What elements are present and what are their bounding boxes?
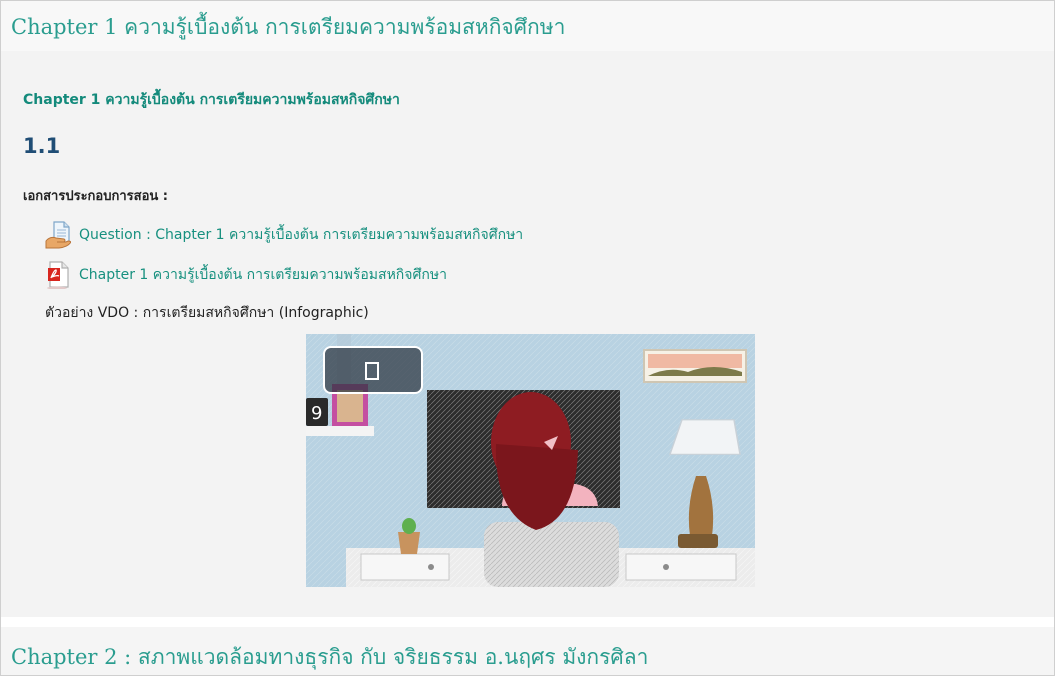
teaching-documents-label: เอกสารประกอบการสอน : xyxy=(23,189,168,204)
clock-digit: 9 xyxy=(311,403,322,424)
activity-pdf-chapter-1[interactable]: Chapter 1 ความรู้เบื้องต้น การเตรียมความ… xyxy=(45,261,447,290)
quiz-icon xyxy=(45,221,72,249)
video-player[interactable]: 9 xyxy=(306,334,755,587)
pdf-icon xyxy=(45,261,71,290)
section-2-header: Chapter 2 : สภาพแวดล้อมทางธุรกิจ กับ จริ… xyxy=(1,617,1054,675)
play-button[interactable] xyxy=(323,346,423,394)
section-1-header: Chapter 1 ความรู้เบื้องต้น การเตรียมความ… xyxy=(1,1,1054,51)
course-page: Chapter 1 ความรู้เบื้องต้น การเตรียมความ… xyxy=(0,0,1055,676)
activity-quiz-chapter-1[interactable]: Question : Chapter 1 ความรู้เบื้องต้น กา… xyxy=(45,221,523,249)
activity-pdf-link[interactable]: Chapter 1 ความรู้เบื้องต้น การเตรียมความ… xyxy=(79,264,447,286)
section-2-title[interactable]: Chapter 2 : สภาพแวดล้อมทางธุรกิจ กับ จริ… xyxy=(11,641,648,674)
video-example-label: ตัวอย่าง VDO : การเตรียมสหกิจศึกษา (Info… xyxy=(45,305,369,321)
play-icon xyxy=(365,362,379,380)
section-1-summary-title: Chapter 1 ความรู้เบื้องต้น การเตรียมความ… xyxy=(23,92,400,108)
section-1-title[interactable]: Chapter 1 ความรู้เบื้องต้น การเตรียมความ… xyxy=(11,11,565,44)
activity-quiz-link[interactable]: Question : Chapter 1 ความรู้เบื้องต้น กา… xyxy=(79,224,523,246)
lesson-number: 1.1 xyxy=(23,134,61,158)
